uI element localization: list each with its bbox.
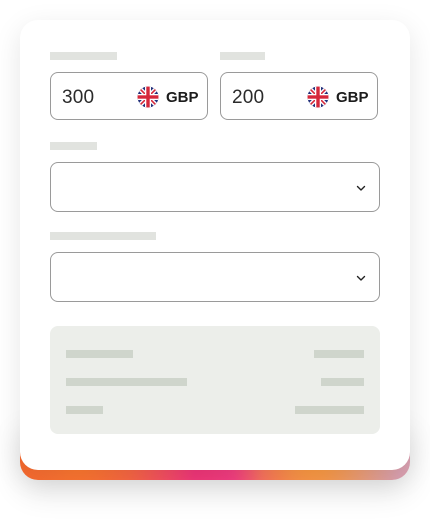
summary-row-3-label bbox=[66, 406, 103, 414]
select-two-label bbox=[50, 232, 156, 240]
from-amount-label bbox=[50, 52, 117, 60]
to-currency-code[interactable]: GBP bbox=[336, 89, 369, 106]
summary-panel bbox=[50, 326, 380, 434]
summary-row-1-label bbox=[66, 350, 133, 358]
select-two-dropdown[interactable] bbox=[50, 252, 380, 302]
from-currency-code[interactable]: GBP bbox=[166, 89, 199, 106]
to-amount-field[interactable]: 200 GBP bbox=[220, 72, 378, 120]
summary-row-2-value bbox=[321, 378, 364, 386]
uk-flag-icon bbox=[307, 86, 329, 108]
from-amount-field[interactable]: 300 GBP bbox=[50, 72, 208, 120]
page: 300 GBP 200 GBP bbox=[0, 0, 430, 520]
currency-converter-card: 300 GBP 200 GBP bbox=[20, 20, 410, 470]
summary-row-2-label bbox=[66, 378, 187, 386]
summary-row-3-value bbox=[295, 406, 364, 414]
chevron-down-icon[interactable] bbox=[355, 271, 367, 283]
select-one-label bbox=[50, 142, 97, 150]
to-amount-label bbox=[220, 52, 265, 60]
chevron-down-icon[interactable] bbox=[355, 181, 367, 193]
to-amount-value[interactable]: 200 bbox=[232, 87, 264, 109]
from-amount-value[interactable]: 300 bbox=[62, 87, 94, 109]
summary-row-1-value bbox=[314, 350, 364, 358]
select-one-dropdown[interactable] bbox=[50, 162, 380, 212]
uk-flag-icon bbox=[137, 86, 159, 108]
